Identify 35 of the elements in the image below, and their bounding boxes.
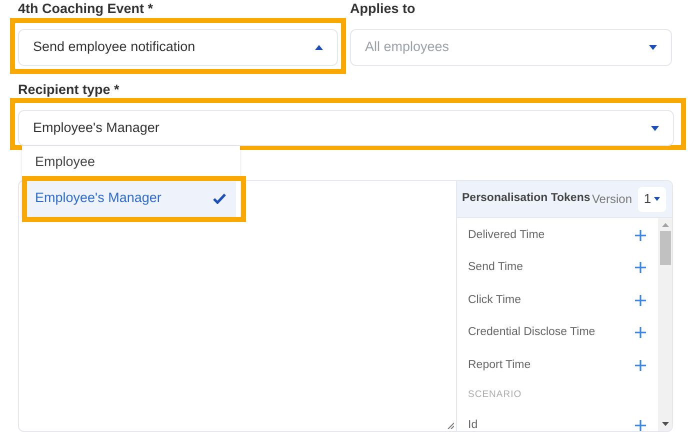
- scroll-up-icon[interactable]: [662, 223, 668, 227]
- dropdown-option[interactable]: Employee: [22, 146, 240, 178]
- select-value: Employee's Manager: [33, 118, 160, 137]
- caret-icon: [649, 45, 657, 50]
- caret-icon: [654, 197, 660, 201]
- plus-icon[interactable]: [635, 230, 646, 241]
- token-label: Credential Disclose Time: [468, 325, 596, 340]
- dropdown-option[interactable]: Employee's Manager: [26, 179, 236, 217]
- version-label: Version: [592, 191, 632, 208]
- resize-handle-icon[interactable]: [447, 422, 454, 429]
- section-heading: SCENARIO: [468, 388, 522, 402]
- select-placeholder: All employees: [365, 38, 450, 56]
- select-value: Send employee notification: [33, 38, 196, 56]
- plus-icon[interactable]: [635, 420, 646, 431]
- scrollbar[interactable]: [658, 218, 672, 431]
- field-label: Recipient type *: [18, 82, 120, 97]
- panel-title: Personalisation Tokens: [462, 191, 590, 206]
- scrollbar-thumb[interactable]: [660, 231, 670, 265]
- version-select[interactable]: 1: [638, 186, 666, 212]
- token-label: Delivered Time: [468, 228, 545, 243]
- token-label: Id: [468, 418, 478, 431]
- event-select[interactable]: Send employee notification: [18, 29, 338, 66]
- field-label: Applies to: [350, 1, 416, 16]
- caret-icon: [651, 126, 659, 130]
- plus-icon[interactable]: [635, 294, 646, 306]
- plus-icon[interactable]: [635, 262, 646, 274]
- scroll-down-icon[interactable]: [662, 422, 668, 426]
- token-label: Click Time: [468, 292, 522, 308]
- plus-icon[interactable]: [635, 360, 646, 371]
- field-label: 4th Coaching Event *: [18, 1, 154, 16]
- recipient-select[interactable]: Employee's Manager: [18, 110, 674, 146]
- token-label: Report Time: [468, 358, 531, 373]
- plus-icon[interactable]: [635, 327, 646, 338]
- check-icon: [213, 192, 226, 204]
- token-label: Send Time: [468, 260, 523, 276]
